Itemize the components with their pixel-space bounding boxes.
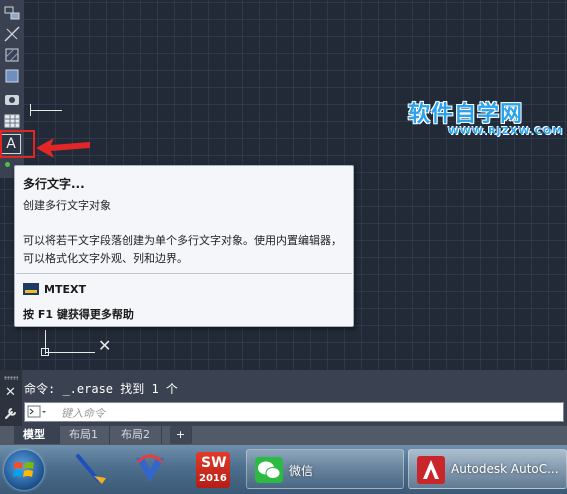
highlight-box (0, 130, 35, 158)
start-orb-icon[interactable] (4, 450, 44, 490)
region-icon[interactable] (3, 67, 21, 85)
tooltip-help-hint: 按 F1 键获得更多帮助 (23, 308, 134, 321)
hatch-icon[interactable] (3, 46, 21, 64)
watermark-title: 软件自学网 (408, 102, 524, 127)
command-line-panel: ✕ 命令: _.erase 找到 1 个 键入命令 (0, 370, 567, 426)
grip-handle-icon[interactable] (4, 376, 18, 380)
tooltip-divider (16, 273, 352, 274)
taskbar-autocad-button[interactable]: Autodesk AutoC... (408, 449, 567, 489)
visual-studio-icon[interactable] (132, 452, 168, 488)
wechat-icon (255, 457, 283, 483)
watermark: 软件自学网 WWW.RJZXW.COM (408, 96, 562, 137)
ucs-line (45, 352, 95, 353)
solidworks-sw-glyph: SW (201, 455, 227, 471)
taskbar-wechat-button[interactable]: 微信 (246, 449, 404, 489)
command-history: 命令: _.erase 找到 1 个 (24, 382, 178, 396)
add-layout-button[interactable]: + (170, 426, 192, 444)
ucs-line (30, 110, 62, 111)
tab-model[interactable]: 模型 (14, 426, 60, 444)
status-dot-icon (5, 162, 10, 167)
solidworks-version: 2016 (199, 473, 227, 484)
wechat-label: 微信 (289, 464, 314, 478)
tab-layout1[interactable]: 布局1 (60, 426, 110, 444)
close-icon[interactable]: ✕ (5, 386, 16, 400)
command-input[interactable]: 键入命令 (24, 402, 564, 422)
camera-icon[interactable] (3, 90, 21, 108)
ucs-origin-box (41, 348, 49, 356)
command-input-placeholder: 键入命令 (61, 407, 105, 420)
solidworks-2016-icon[interactable]: SW 2016 (196, 452, 230, 488)
tooltip-long-desc: 可以将若干文字段落创建为单个多行文字对象。使用内置编辑器，可以格式化文字外观、列… (23, 234, 342, 265)
layout-tab-bar: 模型 布局1 布局2 + (0, 426, 567, 445)
mtext-tooltip: 多行文字... 创建多行文字对象 可以将若干文字段落创建为单个多行文字对象。使用… (14, 165, 354, 327)
line-icon[interactable] (3, 25, 21, 43)
tooltip-command-name: MTEXT (44, 283, 86, 296)
autocad-icon (417, 456, 445, 484)
command-prompt-icon (23, 283, 39, 295)
command-prompt-dropdown-icon[interactable] (27, 405, 47, 419)
insert-block-icon[interactable] (3, 4, 21, 22)
red-arrow-icon (36, 138, 90, 158)
ucs-x-mark-icon: ✕ (98, 336, 112, 355)
ucs-line (30, 104, 31, 116)
wrench-icon[interactable] (4, 406, 18, 420)
tooltip-short-desc: 创建多行文字对象 (23, 199, 111, 212)
brush-app-icon[interactable] (72, 452, 108, 488)
table-icon[interactable] (3, 112, 21, 130)
command-grip[interactable]: ✕ (0, 370, 22, 426)
tab-layout2[interactable]: 布局2 (112, 426, 162, 444)
autocad-label: Autodesk AutoC... (451, 462, 559, 476)
tooltip-title: 多行文字... (23, 177, 85, 191)
windows-taskbar: SW 2016 微信 Autodesk AutoC... (0, 445, 567, 494)
